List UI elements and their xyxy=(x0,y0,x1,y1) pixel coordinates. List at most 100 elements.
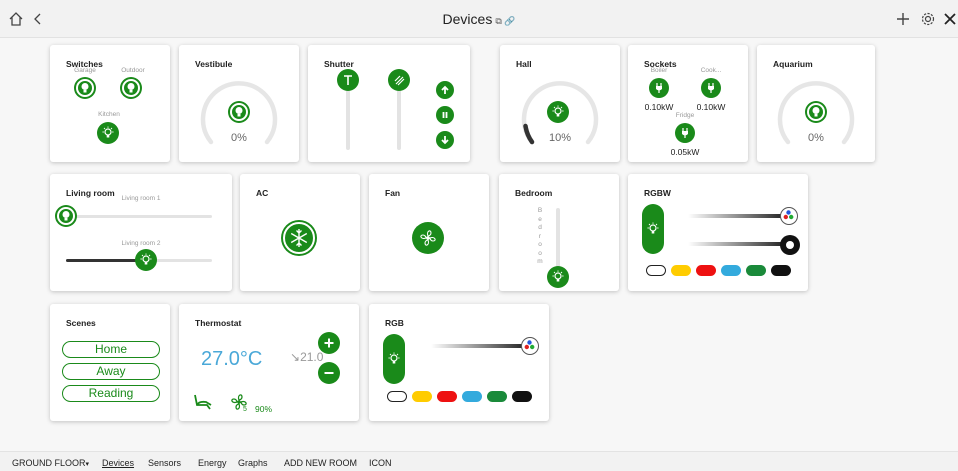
living-room-2-handle[interactable] xyxy=(135,249,157,271)
scenes-card: Scenes Home Away Reading xyxy=(50,304,170,421)
thermostat-decrease-button[interactable] xyxy=(318,362,340,384)
shutter-title: Shutter xyxy=(324,59,354,69)
socket-label-boiler: Boiler xyxy=(650,67,668,74)
rgbw-white-slider[interactable] xyxy=(688,242,793,246)
fridge-socket-button[interactable] xyxy=(675,123,695,143)
plug-icon xyxy=(682,128,688,138)
fan-speed-value: 5 xyxy=(243,406,247,413)
thermostat-target-temp: ↘21.0 xyxy=(290,350,323,364)
aquarium-value: 0% xyxy=(808,132,824,144)
fan-speed-icon[interactable] xyxy=(229,392,249,417)
garage-switch-button[interactable] xyxy=(76,79,94,97)
swatch-black[interactable] xyxy=(512,391,532,402)
living-room-1-handle[interactable] xyxy=(57,207,75,225)
shutter-slider-2-handle[interactable] xyxy=(388,69,410,91)
sockets-card: Sockets Boiler 0.10kW Cook... 0.10kW Fri… xyxy=(628,45,748,162)
pause-icon xyxy=(442,112,448,118)
outdoor-switch-button[interactable] xyxy=(122,79,140,97)
floor-label: GROUND FLOOR xyxy=(12,458,86,468)
fan-toggle-button[interactable] xyxy=(412,222,444,254)
fridge-power: 0.05kW xyxy=(670,147,700,157)
swatch-blue[interactable] xyxy=(462,391,482,402)
nav-add-new-room[interactable]: ADD NEW ROOM xyxy=(284,458,357,468)
rgb-power-button[interactable] xyxy=(383,334,405,384)
boiler-power: 0.10kW xyxy=(644,102,674,112)
rgbw-power-button[interactable] xyxy=(642,204,664,254)
swatch-blue[interactable] xyxy=(721,265,741,276)
rgb-dots-icon xyxy=(783,210,794,220)
hall-light-button[interactable] xyxy=(547,101,569,123)
title-link-icons[interactable]: ⧉ 🔗 xyxy=(495,16,515,26)
shutter-card: Shutter xyxy=(308,45,470,162)
plus-icon xyxy=(324,338,334,348)
nav-energy[interactable]: Energy xyxy=(198,458,227,468)
swatch-white[interactable] xyxy=(387,391,407,402)
vestibule-card: Vestibule 0% xyxy=(179,45,299,162)
bulb-icon xyxy=(62,211,70,221)
swatch-green[interactable] xyxy=(746,265,766,276)
blinds-icon xyxy=(394,75,405,86)
swatch-black[interactable] xyxy=(771,265,791,276)
ac-toggle-button[interactable] xyxy=(283,222,315,254)
bulb-on-icon xyxy=(552,270,564,282)
shutter-up-button[interactable] xyxy=(436,81,454,99)
thermostat-target-value: 21.0 xyxy=(300,350,324,364)
rgb-color-handle[interactable] xyxy=(521,337,539,355)
rgb-color-slider[interactable] xyxy=(431,344,534,348)
bedroom-slider-handle[interactable] xyxy=(547,266,569,288)
scene-home-button[interactable]: Home xyxy=(62,341,160,358)
nav-sensors[interactable]: Sensors xyxy=(148,458,181,468)
shutter-slider-1-handle[interactable] xyxy=(337,69,359,91)
boiler-socket-button[interactable] xyxy=(649,78,669,98)
gear-icon[interactable] xyxy=(918,9,938,29)
vestibule-light-button[interactable] xyxy=(230,103,248,121)
nav-devices[interactable]: Devices xyxy=(102,458,134,468)
bedroom-label-char: r xyxy=(538,232,542,240)
aquarium-light-button[interactable] xyxy=(807,103,825,121)
shutter-stop-button[interactable] xyxy=(436,106,454,124)
bedroom-label-char: e xyxy=(538,215,542,223)
switch-label-garage: Garage xyxy=(74,67,96,74)
cook-socket-button[interactable] xyxy=(701,78,721,98)
plug-icon xyxy=(708,83,714,93)
bulb-on-icon xyxy=(388,352,400,364)
shutter-down-button[interactable] xyxy=(436,131,454,149)
seat-icon[interactable] xyxy=(193,393,215,416)
arrow-up-icon xyxy=(441,85,449,94)
kitchen-switch-button[interactable] xyxy=(97,122,119,144)
swatch-white[interactable] xyxy=(646,265,666,276)
bedroom-label-char: m xyxy=(537,258,543,265)
bulb-on-icon xyxy=(102,126,114,138)
fan-title: Fan xyxy=(385,188,401,198)
rgbw-white-handle[interactable] xyxy=(780,235,800,255)
living-room-1-slider[interactable] xyxy=(66,215,212,218)
nav-graphs[interactable]: Graphs xyxy=(238,458,268,468)
ac-title: AC xyxy=(256,188,269,198)
plus-icon[interactable] xyxy=(893,9,913,29)
close-icon[interactable] xyxy=(940,9,958,29)
living-room-card: Living room Living room 1 Living room 2 xyxy=(50,174,232,291)
swatch-red[interactable] xyxy=(437,391,457,402)
bedroom-label-char: d xyxy=(538,224,542,231)
swatch-red[interactable] xyxy=(696,265,716,276)
scene-away-button[interactable]: Away xyxy=(62,363,160,380)
rgbw-color-handle[interactable] xyxy=(780,207,798,225)
floor-selector[interactable]: GROUND FLOOR▾ xyxy=(12,458,89,468)
socket-label-cook: Cook... xyxy=(700,67,722,74)
swatch-green[interactable] xyxy=(487,391,507,402)
humidity-value: 90% xyxy=(255,404,273,414)
bulb-on-icon xyxy=(647,222,659,234)
thermostat-increase-button[interactable] xyxy=(318,332,340,354)
bedroom-card: Bedroom B e d r o o m xyxy=(499,174,619,291)
minus-icon xyxy=(324,372,334,374)
nav-icon[interactable]: ICON xyxy=(369,458,392,468)
scene-reading-button[interactable]: Reading xyxy=(62,385,160,402)
swatch-yellow[interactable] xyxy=(412,391,432,402)
rgbw-color-slider[interactable] xyxy=(688,214,793,218)
rgbw-card: RGBW xyxy=(628,174,808,291)
bedroom-label-char: B xyxy=(537,207,543,214)
chevron-down-icon: ▾ xyxy=(85,461,90,468)
vestibule-title: Vestibule xyxy=(195,59,233,69)
swatch-yellow[interactable] xyxy=(671,265,691,276)
living-room-1-label: Living room 1 xyxy=(121,195,161,202)
